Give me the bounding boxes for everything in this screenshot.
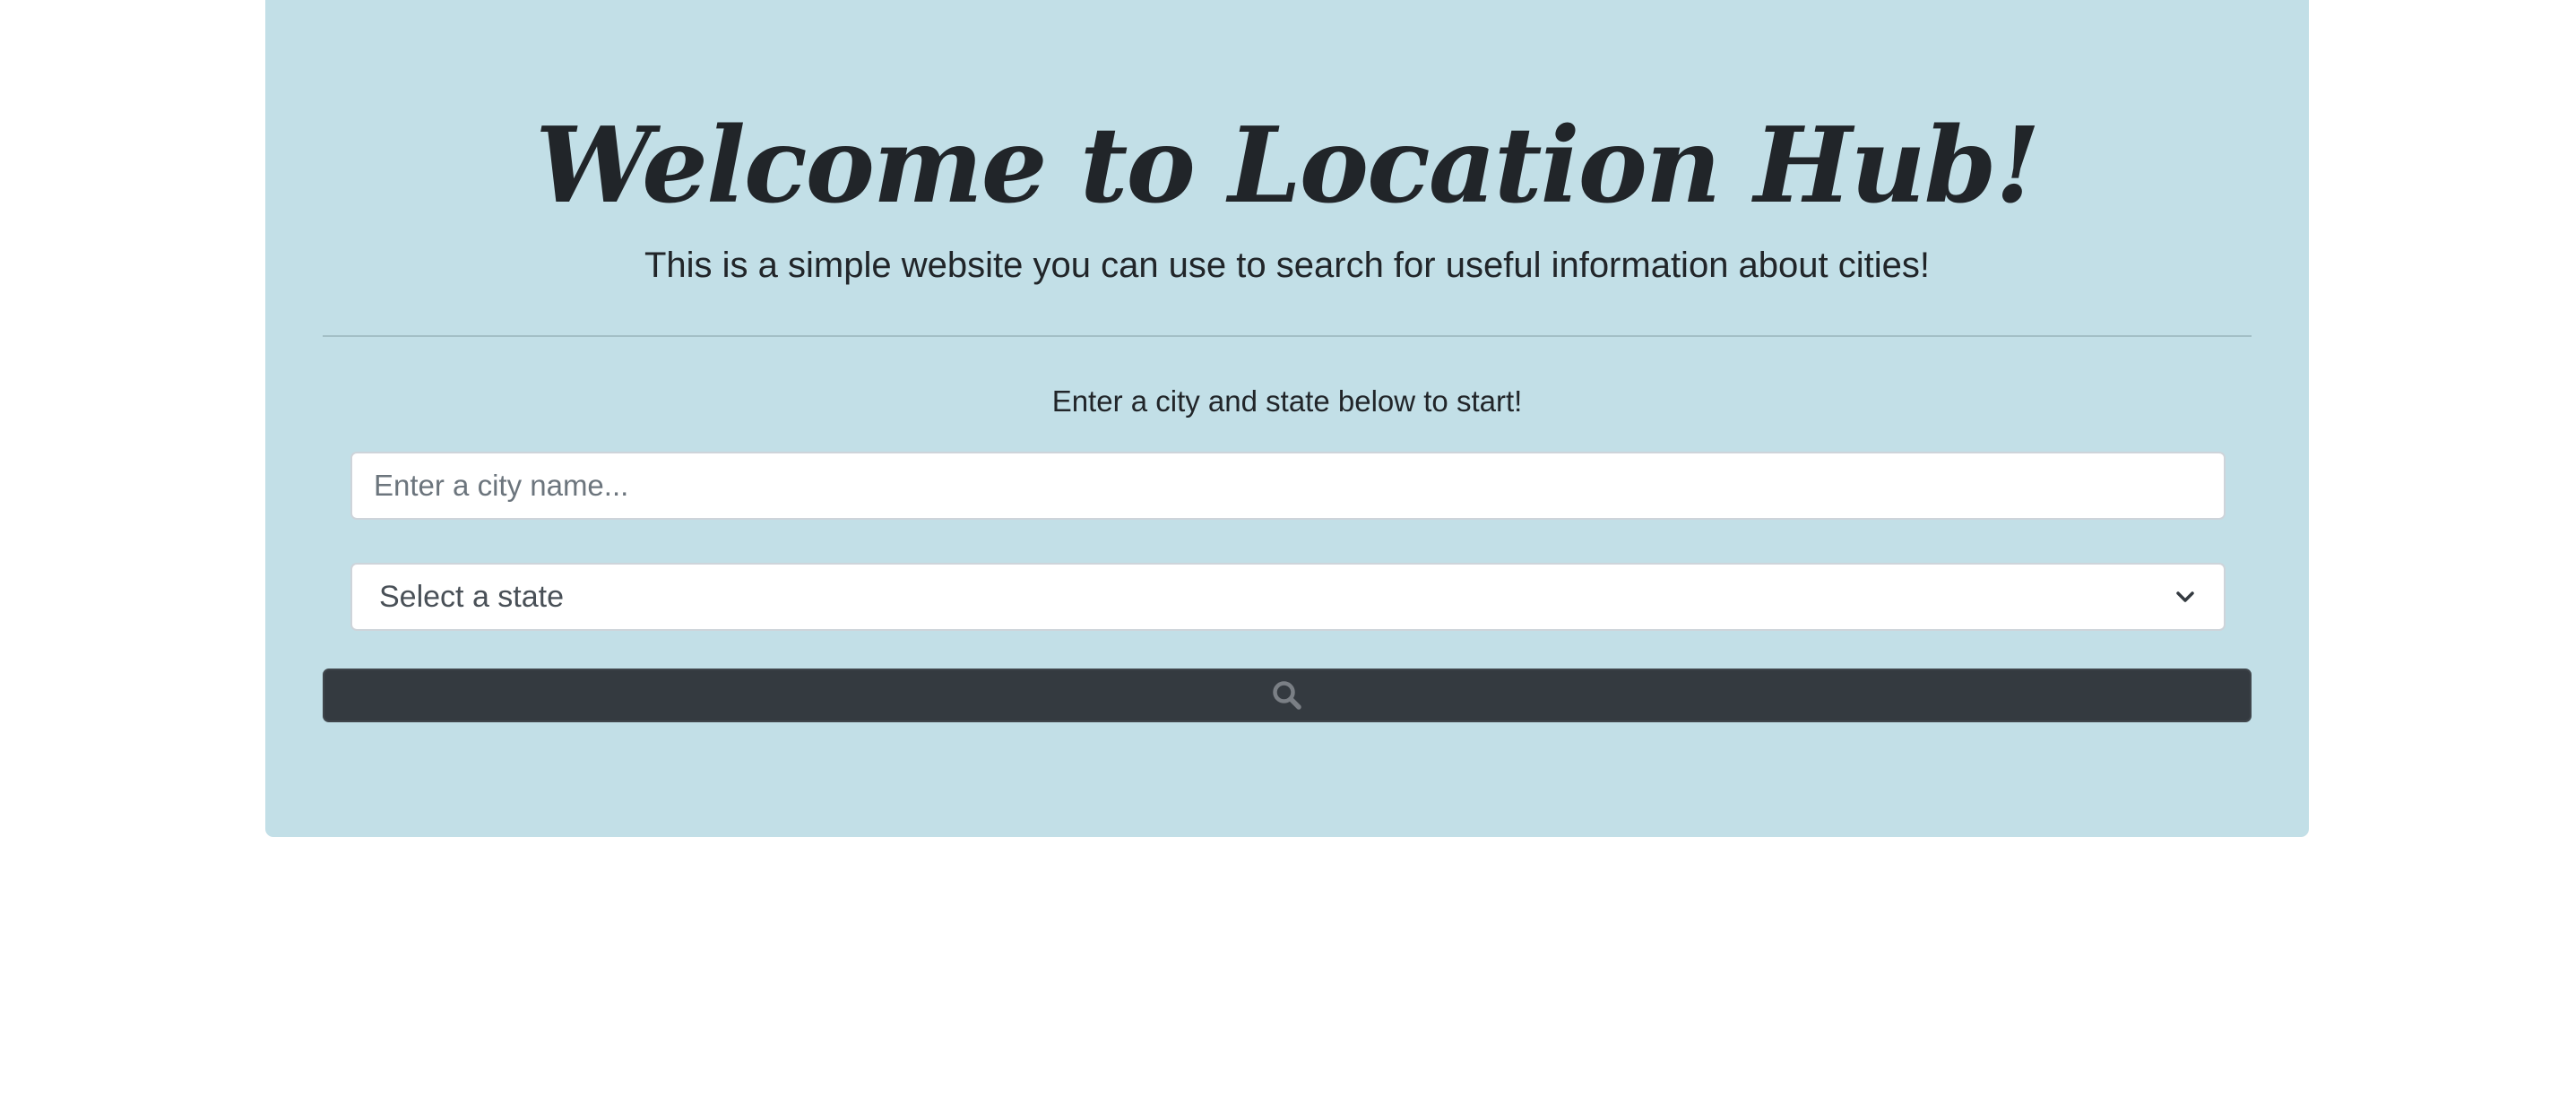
chevron-down-icon — [2174, 585, 2197, 608]
jumbotron: Welcome to Location Hub! This is a simpl… — [265, 0, 2309, 837]
instruction-text: Enter a city and state below to start! — [1051, 384, 1523, 418]
page-title: Welcome to Location Hub! — [535, 105, 2040, 227]
city-name-input[interactable] — [350, 452, 2226, 520]
state-select[interactable]: Select a state — [350, 563, 2226, 631]
state-select-value: Select a state — [379, 579, 565, 614]
divider — [323, 335, 2252, 337]
search-icon — [1273, 681, 1301, 710]
search-button[interactable] — [323, 669, 2252, 722]
lead-text: This is a simple website you can use to … — [644, 246, 1931, 285]
